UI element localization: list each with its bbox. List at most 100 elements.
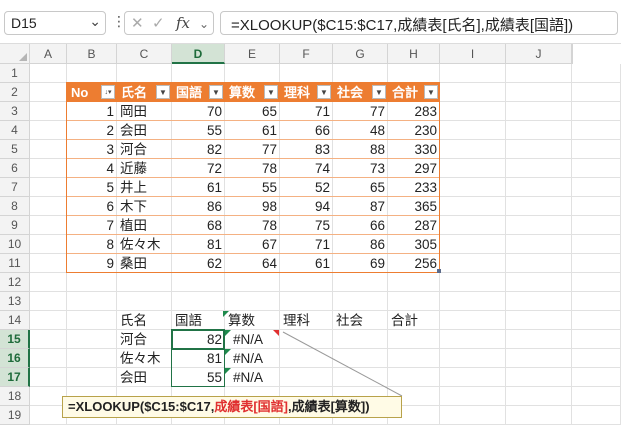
table-cell[interactable]: 桑田 xyxy=(117,254,172,273)
column-header-i[interactable]: I xyxy=(440,44,506,64)
lookup-cell[interactable]: 河合 xyxy=(117,330,172,349)
lookup-cell[interactable]: 佐々木 xyxy=(117,349,172,368)
column-header-g[interactable]: G xyxy=(333,44,388,64)
enter-icon[interactable]: ✓ xyxy=(152,14,165,32)
table-header-3[interactable]: 算数 ▼ xyxy=(225,83,280,102)
table-cell[interactable]: 287 xyxy=(388,216,440,235)
error-indicator-icon[interactable] xyxy=(225,349,231,355)
table-cell[interactable]: 河合 xyxy=(117,140,172,159)
table-cell[interactable]: 233 xyxy=(388,178,440,197)
table-cell[interactable]: 佐々木 xyxy=(117,235,172,254)
column-header-f[interactable]: F xyxy=(280,44,333,64)
lookup-cell[interactable]: #N/A xyxy=(225,349,280,368)
table-cell[interactable]: 81 xyxy=(172,235,225,254)
cancel-icon[interactable]: ✕ xyxy=(131,14,144,32)
table-cell[interactable]: 86 xyxy=(333,235,388,254)
row-header-11[interactable]: 11 xyxy=(0,254,30,273)
row-header-10[interactable]: 10 xyxy=(0,235,30,254)
lookup-cell[interactable]: #N/A xyxy=(225,368,280,387)
table-cell[interactable]: 会田 xyxy=(117,121,172,140)
table-header-5[interactable]: 社会 ▼ xyxy=(333,83,388,102)
select-all-corner[interactable] xyxy=(0,44,30,64)
column-header-c[interactable]: C xyxy=(117,44,172,64)
filter-dropdown-icon[interactable]: ▼ xyxy=(209,85,223,99)
row-header-5[interactable]: 5 xyxy=(0,140,30,159)
row-header-15[interactable]: 15 xyxy=(0,330,30,349)
table-cell[interactable]: 70 xyxy=(172,102,225,121)
filter-dropdown-icon[interactable]: ▼ xyxy=(264,85,278,99)
table-cell[interactable]: 55 xyxy=(225,178,280,197)
table-cell[interactable]: 98 xyxy=(225,197,280,216)
table-cell[interactable]: 3 xyxy=(67,140,117,159)
row-header-1[interactable]: 1 xyxy=(0,64,30,83)
table-resize-handle[interactable] xyxy=(437,269,441,273)
table-cell[interactable]: 5 xyxy=(67,178,117,197)
table-cell[interactable]: 61 xyxy=(225,121,280,140)
table-cell[interactable]: 77 xyxy=(333,102,388,121)
row-header-7[interactable]: 7 xyxy=(0,178,30,197)
table-cell[interactable]: 82 xyxy=(172,140,225,159)
table-cell[interactable]: 9 xyxy=(67,254,117,273)
row-header-8[interactable]: 8 xyxy=(0,197,30,216)
table-cell[interactable]: 71 xyxy=(280,235,333,254)
table-header-2[interactable]: 国語 ▼ xyxy=(172,83,225,102)
table-cell[interactable]: 330 xyxy=(388,140,440,159)
table-cell[interactable]: 62 xyxy=(172,254,225,273)
table-cell[interactable]: 94 xyxy=(280,197,333,216)
lookup-header-3[interactable]: 理科 xyxy=(280,311,333,330)
table-cell[interactable]: 256 xyxy=(388,254,440,273)
chevron-down-icon[interactable]: ⌄ xyxy=(199,17,209,31)
row-header-12[interactable]: 12 xyxy=(0,273,30,292)
table-cell[interactable]: 2 xyxy=(67,121,117,140)
sort-filter-icon[interactable]: ↓▾ xyxy=(101,85,115,99)
table-cell[interactable]: 66 xyxy=(333,216,388,235)
table-cell[interactable]: 305 xyxy=(388,235,440,254)
lookup-header-4[interactable]: 社会 xyxy=(333,311,388,330)
table-header-6[interactable]: 合計 ▼ xyxy=(388,83,440,102)
table-cell[interactable]: 69 xyxy=(333,254,388,273)
table-cell[interactable]: 71 xyxy=(280,102,333,121)
table-cell[interactable]: 83 xyxy=(280,140,333,159)
error-indicator-icon[interactable] xyxy=(223,311,229,317)
table-cell[interactable]: 7 xyxy=(67,216,117,235)
table-cell[interactable]: 岡田 xyxy=(117,102,172,121)
table-header-4[interactable]: 理科 ▼ xyxy=(280,83,333,102)
table-cell[interactable]: 4 xyxy=(67,159,117,178)
row-header-17[interactable]: 17 xyxy=(0,368,30,387)
row-header-3[interactable]: 3 xyxy=(0,102,30,121)
lookup-header-5[interactable]: 合計 xyxy=(388,311,440,330)
lookup-cell[interactable]: 会田 xyxy=(117,368,172,387)
column-header-j[interactable]: J xyxy=(506,44,572,64)
row-header-9[interactable]: 9 xyxy=(0,216,30,235)
table-cell[interactable]: 86 xyxy=(172,197,225,216)
table-cell[interactable]: 井上 xyxy=(117,178,172,197)
table-cell[interactable]: 55 xyxy=(172,121,225,140)
column-header-e[interactable]: E xyxy=(225,44,280,64)
error-indicator-icon[interactable] xyxy=(225,368,231,374)
table-cell[interactable]: 297 xyxy=(388,159,440,178)
table-cell[interactable]: 6 xyxy=(67,197,117,216)
table-cell[interactable]: 87 xyxy=(333,197,388,216)
row-header-19[interactable]: 19 xyxy=(0,406,30,425)
column-header-h[interactable]: H xyxy=(388,44,440,64)
error-indicator-icon[interactable] xyxy=(225,330,231,336)
table-cell[interactable]: 75 xyxy=(280,216,333,235)
filter-dropdown-icon[interactable]: ▼ xyxy=(156,85,170,99)
row-header-4[interactable]: 4 xyxy=(0,121,30,140)
row-header-14[interactable]: 14 xyxy=(0,311,30,330)
row-header-2[interactable]: 2 xyxy=(0,83,30,102)
table-cell[interactable]: 88 xyxy=(333,140,388,159)
table-cell[interactable]: 77 xyxy=(225,140,280,159)
lookup-header-1[interactable]: 国語 xyxy=(172,311,225,330)
table-cell[interactable]: 67 xyxy=(225,235,280,254)
table-cell[interactable]: 1 xyxy=(67,102,117,121)
table-cell[interactable]: 61 xyxy=(280,254,333,273)
filter-dropdown-icon[interactable]: ▼ xyxy=(424,85,438,99)
table-cell[interactable]: 近藤 xyxy=(117,159,172,178)
row-header-18[interactable]: 18 xyxy=(0,387,30,406)
table-cell[interactable]: 68 xyxy=(172,216,225,235)
formula-input[interactable]: =XLOOKUP($C15:$C17,成績表[氏名],成績表[国語]) xyxy=(220,11,618,35)
table-cell[interactable]: 65 xyxy=(333,178,388,197)
insert-function-icon[interactable]: fx xyxy=(176,14,190,32)
table-cell[interactable]: 木下 xyxy=(117,197,172,216)
